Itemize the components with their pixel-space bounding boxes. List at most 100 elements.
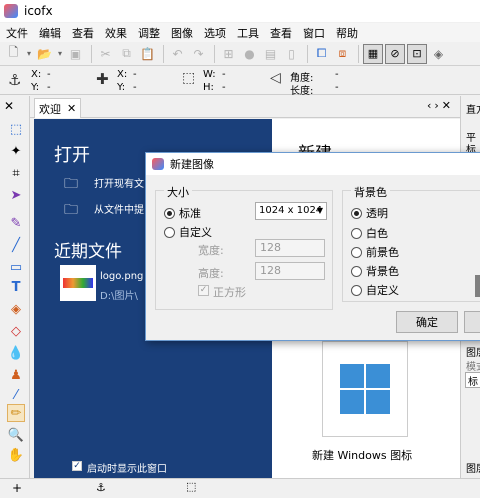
bg-white-radio[interactable]: 白色 (351, 225, 388, 241)
text-icon[interactable]: T (7, 278, 25, 296)
crosshair-icon: ✚ (96, 70, 109, 88)
mobile-icon[interactable]: ▯ (282, 44, 301, 63)
bg-custom-label: 自定义 (366, 284, 399, 297)
checker-icon[interactable]: ▦ (363, 43, 383, 64)
radio-selected-icon (351, 207, 362, 219)
copy-icon[interactable]: ⧉ (117, 44, 136, 63)
toolbar: 🗋 ▾ 📂 ▾ ▣ ✂ ⧉ 📋 ↶ ↷ ⊞ ● ▤ ▯ ⧠ ⧈ ▦ ⊘ ⊡ ◈ (0, 42, 480, 66)
bg-background-radio[interactable]: 背景色 (351, 263, 399, 279)
menu-options[interactable]: 选项 (204, 25, 226, 41)
crop-icon[interactable]: ⌗ (7, 164, 25, 182)
selection-status-icon: ⬚ (186, 480, 197, 493)
radio-empty-icon (351, 246, 362, 258)
tab-welcome[interactable]: 欢迎 ✕ (34, 98, 82, 118)
menu-tools[interactable]: 工具 (237, 25, 259, 41)
stamp-icon[interactable]: ♟ (7, 366, 25, 384)
tab-close-all-icon[interactable]: ✕ (442, 99, 454, 112)
close-palette-icon[interactable]: ✕ (4, 99, 14, 113)
menu-view[interactable]: 查看 (72, 25, 94, 41)
undo-icon[interactable]: ↶ (168, 44, 187, 63)
menu-file[interactable]: 文件 (6, 25, 28, 41)
menu-view-2[interactable]: 查看 (270, 25, 292, 41)
apple-icon[interactable]: ● (240, 44, 259, 63)
redo-icon[interactable]: ↷ (189, 44, 208, 63)
custom-color-swatch[interactable] (475, 275, 480, 297)
tab-welcome-label: 欢迎 (39, 102, 61, 116)
bg-transparent-radio[interactable]: 透明 (351, 205, 388, 221)
magic-wand-icon[interactable]: ✦ (7, 142, 25, 160)
image-icon[interactable]: ▤ (261, 44, 280, 63)
windows-icon[interactable]: ⊞ (219, 44, 238, 63)
new-windows-icon-label[interactable]: 新建 Windows 图标 (312, 447, 412, 463)
layers-label-2: 图层 (466, 464, 480, 475)
recent-title: 近期文件 (54, 242, 122, 262)
standard-radio[interactable]: 标准 (164, 205, 201, 221)
paste-icon[interactable]: 📋 (138, 44, 157, 63)
open-from-file-link[interactable]: 从文件中提 (94, 201, 144, 216)
angle-value: - (335, 69, 339, 80)
app-icon (4, 4, 18, 18)
bg-background-label: 背景色 (366, 265, 399, 278)
hand-icon[interactable]: ✋ (7, 446, 25, 464)
cancel-button[interactable] (464, 311, 480, 333)
menu-edit[interactable]: 编辑 (39, 25, 61, 41)
pencil-icon[interactable]: ✏ (7, 404, 25, 422)
info-bar: ⚓ X: Y: - - ✚ X: Y: - - ⬚ W: H: - - ◁ 角度… (0, 67, 480, 97)
menu-effects[interactable]: 效果 (105, 25, 127, 41)
mode-select[interactable]: 标 (465, 372, 480, 388)
height-input[interactable]: 128 (255, 262, 325, 280)
width-label: 宽度: (198, 244, 224, 257)
y-label: Y: (31, 82, 40, 93)
zoom-icon[interactable]: 🔍 (7, 426, 25, 444)
radio-empty-icon (351, 265, 362, 277)
eyedropper-icon[interactable]: ⁄ (7, 386, 25, 404)
menu-window[interactable]: 窗口 (303, 25, 325, 41)
new-image-dialog: 新建图像 大小 标准 1024 x 1024 ▼ 自定义 宽度: 128 高度:… (145, 152, 480, 341)
layers-icon[interactable]: ◈ (429, 44, 448, 63)
new-windows-icon-tile[interactable] (322, 341, 408, 437)
dialog-title: 新建图像 (170, 158, 214, 171)
show-on-start-checkbox[interactable]: ✓ (72, 461, 82, 471)
blur-icon[interactable]: 💧 (7, 344, 25, 362)
new-icon[interactable]: 🗋 (4, 44, 23, 63)
recent-file-name[interactable]: logo.png (100, 271, 143, 282)
menu-image[interactable]: 图像 (171, 25, 193, 41)
save-icon[interactable]: ▣ (66, 44, 85, 63)
window-list-icon[interactable]: ⧈ (333, 44, 352, 63)
ok-button[interactable]: 确定 (396, 311, 458, 333)
histogram-tab[interactable]: 直方 (466, 101, 480, 116)
fill-icon[interactable]: ◈ (7, 300, 25, 318)
recent-thumbnail[interactable] (60, 265, 96, 301)
chevron-down-icon: ▼ (316, 206, 323, 215)
move-icon[interactable]: ➤ (7, 186, 25, 204)
new-dropdown-icon[interactable]: ▾ (25, 44, 33, 63)
x2-label: X: (117, 69, 128, 80)
custom-size-radio[interactable]: 自定义 (164, 224, 212, 240)
y-value: - (47, 82, 51, 93)
toolbar-separator (91, 44, 92, 63)
no-bg-icon[interactable]: ⊘ (385, 43, 405, 64)
tab-next-icon[interactable]: › (434, 99, 441, 112)
new-window-icon[interactable]: ⧠ (312, 44, 331, 63)
rectangle-icon[interactable]: ▭ (7, 258, 25, 276)
square-checkbox[interactable]: ✓ (198, 285, 209, 296)
menu-adjust[interactable]: 调整 (138, 25, 160, 41)
menu-help[interactable]: 帮助 (336, 25, 358, 41)
open-folder-icon[interactable]: 📂 (35, 44, 54, 63)
bg-foreground-radio[interactable]: 前景色 (351, 244, 399, 260)
open-dropdown-icon[interactable]: ▾ (56, 44, 64, 63)
brush-icon[interactable]: ✎ (7, 214, 25, 232)
logo-thumbnail-image (63, 278, 93, 288)
eraser-icon[interactable]: ◇ (7, 322, 25, 340)
cut-icon[interactable]: ✂ (96, 44, 115, 63)
standard-size-select[interactable]: 1024 x 1024 ▼ (255, 202, 327, 220)
rect-select-icon[interactable]: ⬚ (7, 120, 25, 138)
grid-icon[interactable]: ⊡ (407, 43, 427, 64)
bg-custom-radio[interactable]: 自定义 (351, 282, 399, 298)
width-input[interactable]: 128 (255, 239, 325, 257)
close-tab-icon[interactable]: ✕ (67, 102, 76, 115)
radio-empty-icon (351, 227, 362, 239)
line-icon[interactable]: ╱ (7, 236, 25, 254)
w-value: - (222, 69, 226, 80)
open-existing-link[interactable]: 打开现有文 (94, 175, 144, 190)
